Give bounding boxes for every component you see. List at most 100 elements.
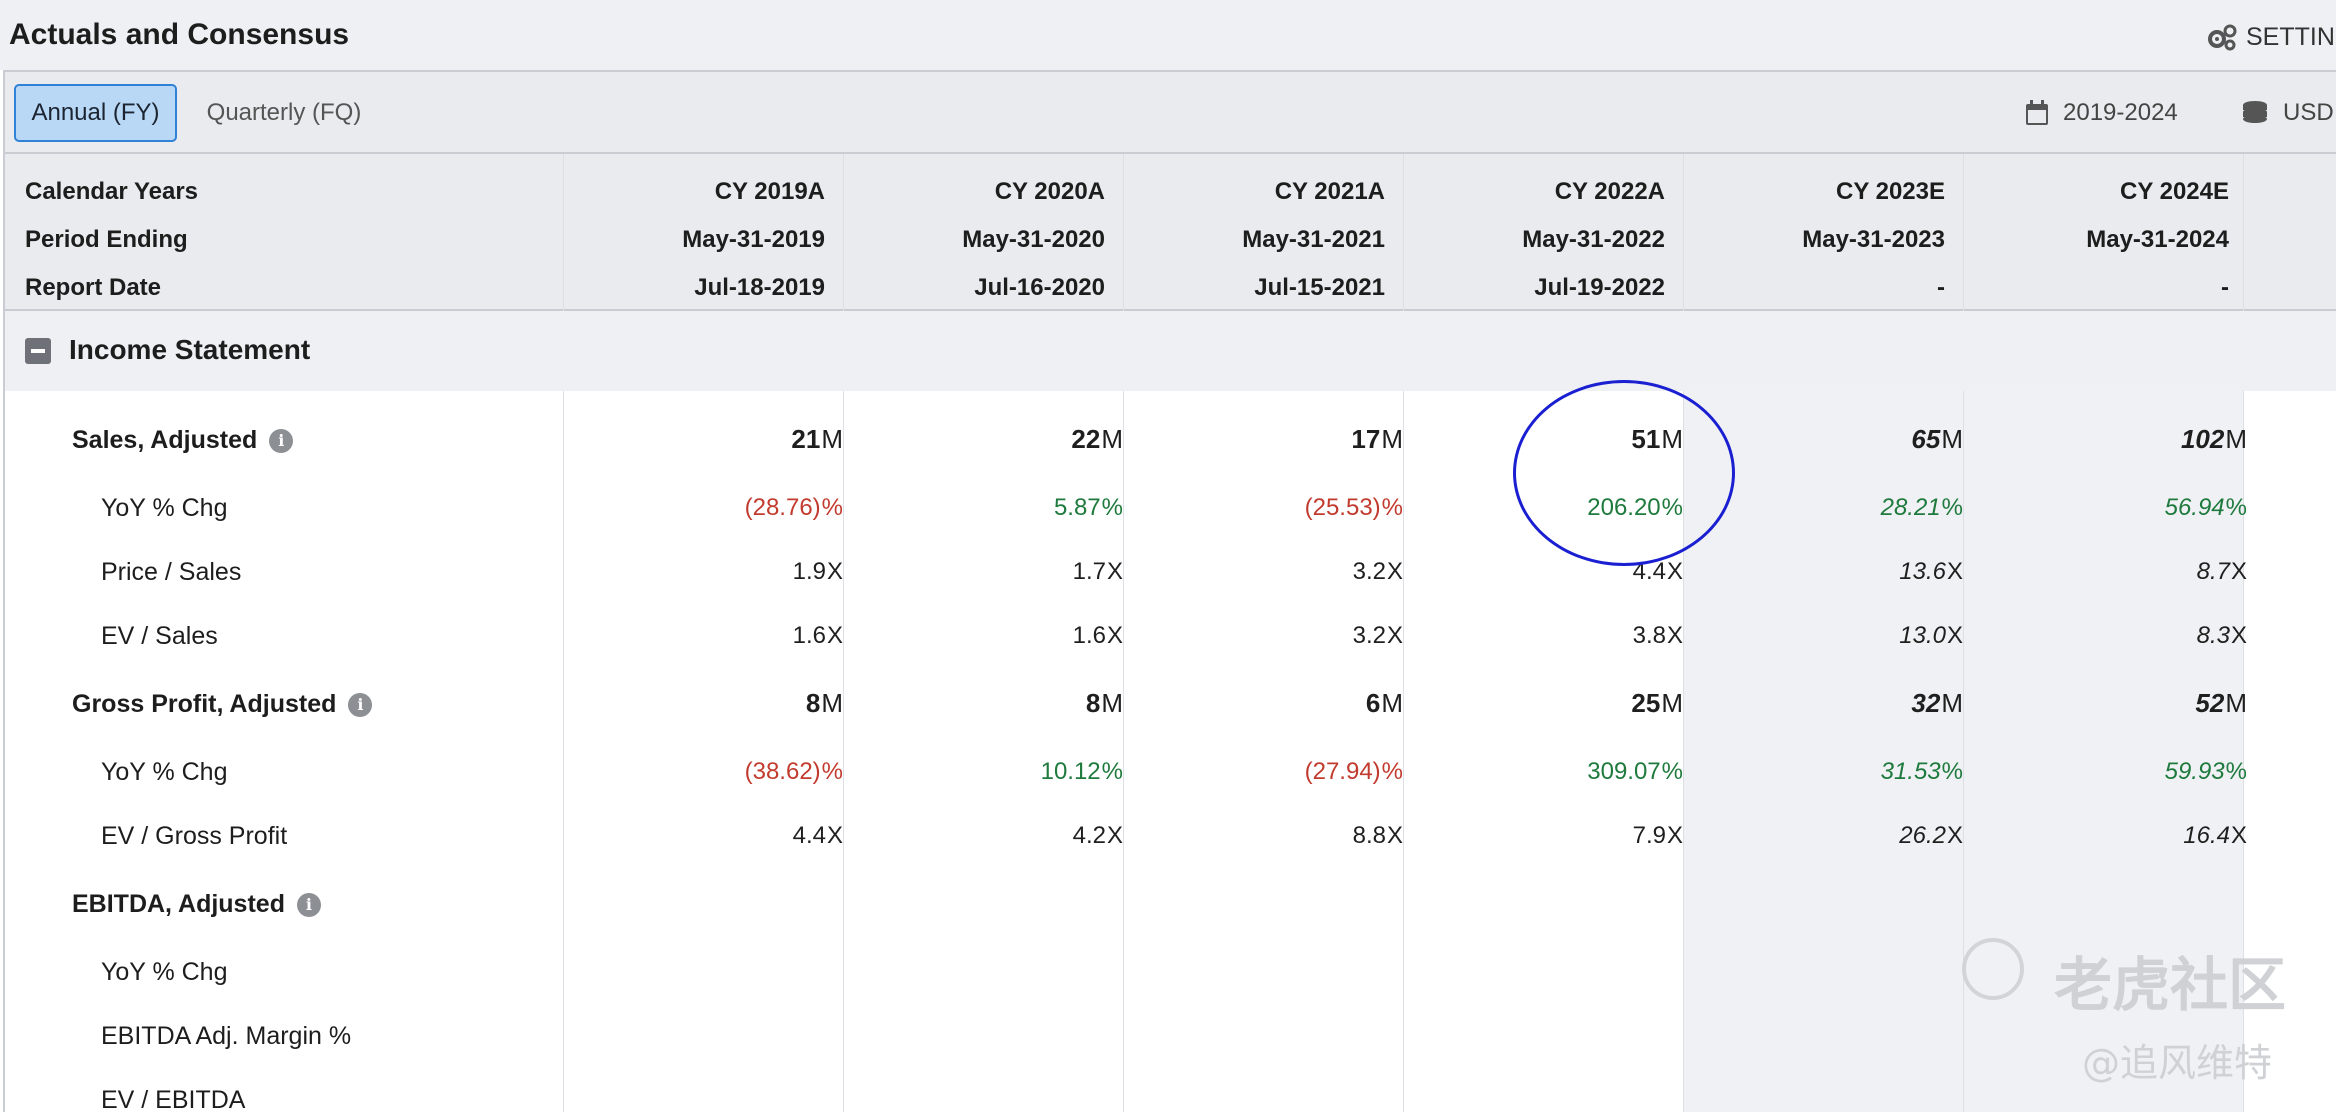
page-title: Actuals and Consensus [9, 18, 350, 51]
table-cell: 3.2X [1143, 622, 1403, 650]
header-year-cell: CY 2019A [714, 178, 825, 205]
header-label-report-date: Report Date [25, 274, 162, 301]
row-label: EBITDA Adj. Margin % [101, 1022, 351, 1051]
table-cell: 1.6X [583, 622, 843, 650]
cell-unit: % [1101, 758, 1123, 785]
row-label-text: YoY % Chg [101, 958, 228, 986]
column-divider [1123, 154, 1124, 1112]
cell-value: 8.7 [2196, 558, 2230, 585]
table-cell: 16.4X [1987, 822, 2247, 850]
row-label: YoY % Chg [101, 958, 228, 987]
table-cell: 13.6X [1703, 558, 1963, 586]
header-period-ending-cell: May-31-2020 [962, 226, 1105, 253]
cell-value: 28.21 [1880, 494, 1941, 521]
tab-quarterly[interactable]: Quarterly (FQ) [189, 84, 379, 142]
cell-unit: X [2230, 822, 2247, 849]
table-cell: 65M [1703, 424, 1963, 455]
cell-value: 16.4 [2183, 822, 2230, 849]
cell-unit: X [826, 622, 843, 649]
header-report-date-cell: - [2221, 274, 2229, 301]
cell-unit: X [1666, 558, 1683, 585]
header-period-ending-cell: May-31-2022 [1522, 226, 1665, 253]
header-report-date-cell: Jul-18-2019 [694, 274, 825, 301]
cell-value: 8 [1085, 688, 1101, 718]
cell-value: (25.53) [1304, 494, 1381, 521]
info-icon[interactable]: i [296, 892, 321, 917]
row-label: EBITDA, Adjusted i [72, 890, 321, 919]
collapse-section-button[interactable] [25, 338, 51, 364]
cell-unit: M [1381, 688, 1403, 718]
table-cell: 59.93% [1987, 758, 2247, 786]
info-icon[interactable]: i [348, 692, 373, 717]
row-label-text: YoY % Chg [101, 758, 228, 786]
calendar-icon [2026, 100, 2048, 125]
table-cell: 10.12% [863, 758, 1123, 786]
table-cell: 22M [863, 424, 1123, 455]
cell-value: 32 [1911, 688, 1941, 718]
table-cell: (27.94)% [1143, 758, 1403, 786]
table-cell: 52M [1987, 688, 2247, 719]
cell-unit: % [1381, 494, 1403, 521]
row-label-text: EBITDA, Adjusted [72, 890, 285, 918]
header-report-date-cell: Jul-15-2021 [1254, 274, 1385, 301]
date-range-selector[interactable]: 2019-2024 [2025, 84, 2178, 142]
cell-unit: X [1386, 622, 1403, 649]
row-label: Price / Sales [101, 558, 241, 587]
cell-unit: X [1666, 622, 1683, 649]
cell-value: 8.3 [2196, 622, 2230, 649]
header-period-ending-cell: May-31-2024 [2086, 226, 2229, 253]
cell-value: 8 [805, 688, 821, 718]
table-cell: 32M [1703, 688, 1963, 719]
tab-annual[interactable]: Annual (FY) [14, 84, 177, 142]
cell-value: 17 [1351, 424, 1381, 454]
cell-unit: M [1101, 424, 1123, 454]
row-label: EV / EBITDA [101, 1086, 245, 1115]
date-range-label: 2019-2024 [2063, 99, 2178, 126]
cell-value: 56.94 [2164, 494, 2225, 521]
cell-value: 8.8 [1352, 822, 1386, 849]
row-label: EV / Gross Profit [101, 822, 287, 851]
currency-selector[interactable]: USD [2241, 84, 2334, 142]
cell-unit: X [1106, 622, 1123, 649]
row-label-text: EV / Gross Profit [101, 822, 288, 850]
page-header: Actuals and Consensus SETTIN [0, 0, 2336, 70]
cell-value: 1.6 [792, 622, 826, 649]
watermark-logo-icon [1962, 938, 2024, 1000]
table-cell: 8.8X [1143, 822, 1403, 850]
row-label-text: EV / Sales [101, 622, 218, 650]
settings-button[interactable]: SETTIN [2206, 20, 2336, 54]
table-cell: 4.2X [863, 822, 1123, 850]
header-report-date-cell: Jul-16-2020 [974, 274, 1105, 301]
cell-unit: % [1101, 494, 1123, 521]
table-cell: 6M [1143, 688, 1403, 719]
row-label: YoY % Chg [101, 494, 228, 523]
cell-value: 3.8 [1632, 622, 1666, 649]
cell-unit: M [821, 688, 843, 718]
header-period-ending-cell: May-31-2023 [1802, 226, 1945, 253]
cell-value: 309.07 [1587, 758, 1661, 785]
section-title: Income Statement [69, 334, 311, 365]
cell-value: 4.4 [792, 822, 826, 849]
table-cell: 31.53% [1703, 758, 1963, 786]
cell-unit: X [1666, 822, 1683, 849]
row-label: Gross Profit, Adjusted i [72, 690, 373, 719]
cell-value: 5.87 [1053, 494, 1101, 521]
cell-value: 59.93 [2164, 758, 2225, 785]
cell-value: (28.76) [744, 494, 821, 521]
table-cell: 1.9X [583, 558, 843, 586]
table-cell: 13.0X [1703, 622, 1963, 650]
toolbar: Annual (FY) Quarterly (FQ) 2019-2024 USD [3, 70, 2336, 154]
table-cell: 8M [583, 688, 843, 719]
header-year-cell: CY 2023E [1836, 178, 1945, 205]
cell-value: (38.62) [744, 758, 821, 785]
cell-value: 52 [2195, 688, 2225, 718]
info-icon[interactable]: i [269, 428, 294, 453]
cell-unit: % [2225, 758, 2247, 785]
coins-icon [2243, 101, 2267, 123]
cell-unit: X [826, 558, 843, 585]
cell-unit: M [1101, 688, 1123, 718]
cell-value: 22 [1071, 424, 1101, 454]
cell-unit: % [2225, 494, 2247, 521]
cell-unit: % [1381, 758, 1403, 785]
column-divider [843, 154, 844, 1112]
